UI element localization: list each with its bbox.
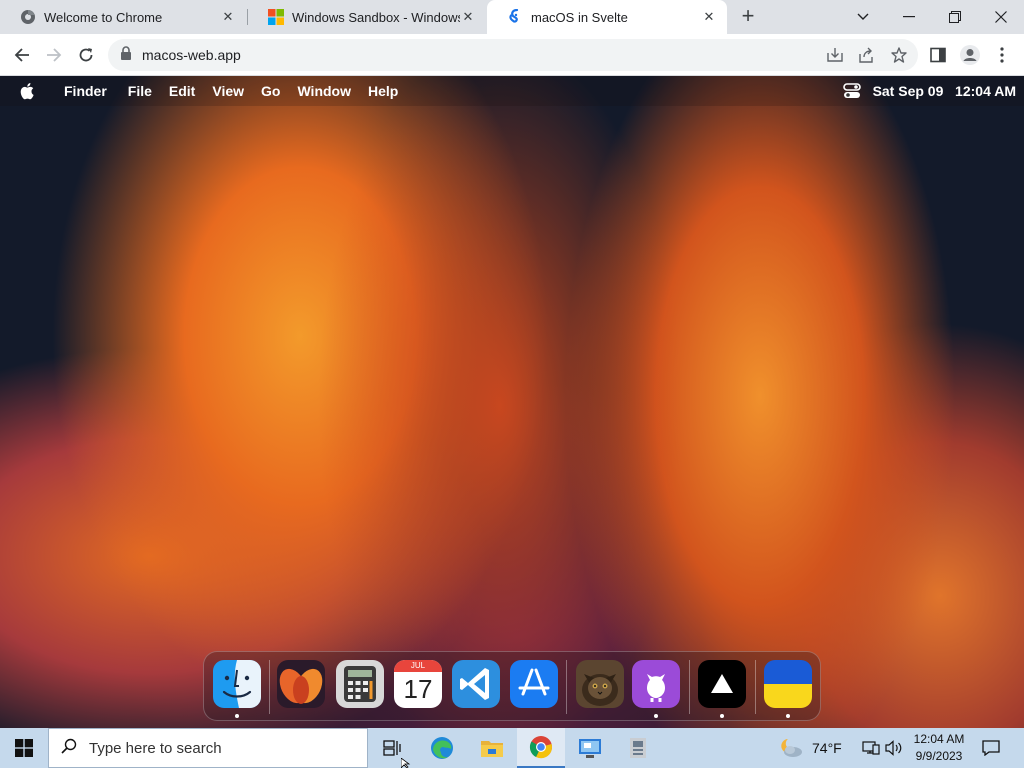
edge-browser-icon[interactable] [418, 728, 466, 768]
menu-app-name[interactable]: Finder [64, 83, 107, 99]
tab-windows-sandbox[interactable]: Windows Sandbox - Windows Se ✕ [248, 0, 486, 34]
browser-tab-strip: Welcome to Chrome ✕ Windows Sandbox - Wi… [0, 0, 1024, 34]
tab-search-chevron-icon[interactable] [840, 0, 886, 34]
running-indicator [720, 714, 724, 718]
sandbox-app-icon[interactable] [614, 728, 662, 768]
app-store-icon[interactable] [510, 660, 558, 708]
lock-icon[interactable] [120, 45, 132, 65]
running-indicator [235, 714, 239, 718]
share-icon[interactable] [856, 43, 878, 67]
dock-divider [689, 660, 690, 714]
network-icon[interactable] [862, 728, 880, 768]
partly-cloudy-night-icon [778, 736, 804, 761]
calculator-app-icon[interactable] [336, 660, 384, 708]
svelte-logo-icon [507, 9, 523, 25]
profile-icon[interactable] [956, 41, 984, 69]
finder-app-icon[interactable] [213, 660, 261, 708]
vscode-app-icon[interactable] [452, 660, 500, 708]
taskbar-clock[interactable]: 12:04 AM 9/9/2023 [904, 731, 974, 765]
chrome-taskbar-icon[interactable] [517, 728, 565, 768]
close-icon[interactable]: ✕ [701, 9, 717, 25]
menubar-datetime[interactable]: Sat Sep 09 12:04 AM [873, 83, 1016, 99]
mouse-cursor-icon [401, 758, 411, 768]
menu-edit[interactable]: Edit [169, 83, 195, 99]
weather-temperature: 74°F [812, 740, 842, 756]
macos-menubar: Finder File Edit View Go Window Help Sat… [0, 76, 1024, 106]
macos-desktop: Finder File Edit View Go Window Help Sat… [0, 76, 1024, 728]
notification-center-icon[interactable] [982, 728, 1000, 768]
file-explorer-icon[interactable] [468, 728, 516, 768]
close-icon[interactable]: ✕ [220, 9, 236, 25]
windows-taskbar: Type here to search 74°F 12:04 AM 9/9/20… [0, 728, 1024, 768]
minimize-button[interactable] [886, 0, 932, 34]
weather-widget[interactable]: 74°F [778, 728, 842, 768]
ukraine-app-icon[interactable] [764, 660, 812, 708]
calendar-day: 17 [403, 674, 433, 704]
kebab-menu-icon[interactable] [988, 41, 1016, 69]
dock-divider [269, 660, 270, 714]
clock-time: 12:04 AM [913, 732, 965, 746]
tab-title: Windows Sandbox - Windows Se [292, 9, 460, 25]
menu-file[interactable]: File [128, 83, 152, 99]
tab-welcome-to-chrome[interactable]: Welcome to Chrome ✕ [0, 0, 246, 34]
apple-logo-icon[interactable] [20, 82, 36, 100]
calendar-app-icon[interactable]: JUL 17 [394, 660, 442, 708]
dock-divider [566, 660, 567, 714]
install-app-icon[interactable] [824, 43, 846, 67]
menu-help[interactable]: Help [368, 83, 398, 99]
url-text: macos-web.app [142, 47, 241, 63]
reload-icon[interactable] [72, 41, 100, 69]
back-arrow-icon[interactable] [8, 41, 36, 69]
volume-icon[interactable] [885, 728, 903, 768]
github-app-icon[interactable] [632, 660, 680, 708]
search-placeholder: Type here to search [89, 739, 222, 757]
menu-window[interactable]: Window [297, 83, 351, 99]
address-bar[interactable]: macos-web.app [108, 39, 918, 71]
restore-button[interactable] [932, 0, 978, 34]
close-window-button[interactable] [978, 0, 1024, 34]
close-icon[interactable]: ✕ [460, 9, 476, 25]
tab-title: Welcome to Chrome [44, 9, 163, 25]
clock-date: 9/9/2023 [915, 749, 963, 763]
running-indicator [654, 714, 658, 718]
chrome-globe-icon [20, 9, 36, 25]
windows-start-button[interactable] [0, 728, 48, 768]
running-indicator [786, 714, 790, 718]
search-icon [61, 738, 77, 759]
wallpapers-app-icon[interactable] [277, 660, 325, 708]
control-center-icon[interactable] [842, 82, 861, 100]
tab-macos-in-svelte[interactable]: macOS in Svelte ✕ [487, 0, 727, 34]
vercel-app-icon[interactable] [698, 660, 746, 708]
windows-logo-icon [268, 9, 284, 25]
macos-dock: JUL 17 [203, 651, 821, 721]
browser-toolbar: macos-web.app [0, 34, 1024, 76]
side-panel-icon[interactable] [924, 41, 952, 69]
calendar-month: JUL [394, 660, 442, 672]
forward-arrow-icon[interactable] [40, 41, 68, 69]
remote-desktop-icon[interactable] [566, 728, 614, 768]
new-tab-button[interactable]: + [736, 5, 760, 29]
bookmark-star-icon[interactable] [888, 43, 910, 67]
dock-divider [755, 660, 756, 714]
tab-title: macOS in Svelte [531, 9, 628, 25]
taskbar-search-box[interactable]: Type here to search [48, 728, 368, 768]
menu-go[interactable]: Go [261, 83, 280, 99]
purus-twitter-app-icon[interactable] [576, 660, 624, 708]
menu-view[interactable]: View [212, 83, 244, 99]
